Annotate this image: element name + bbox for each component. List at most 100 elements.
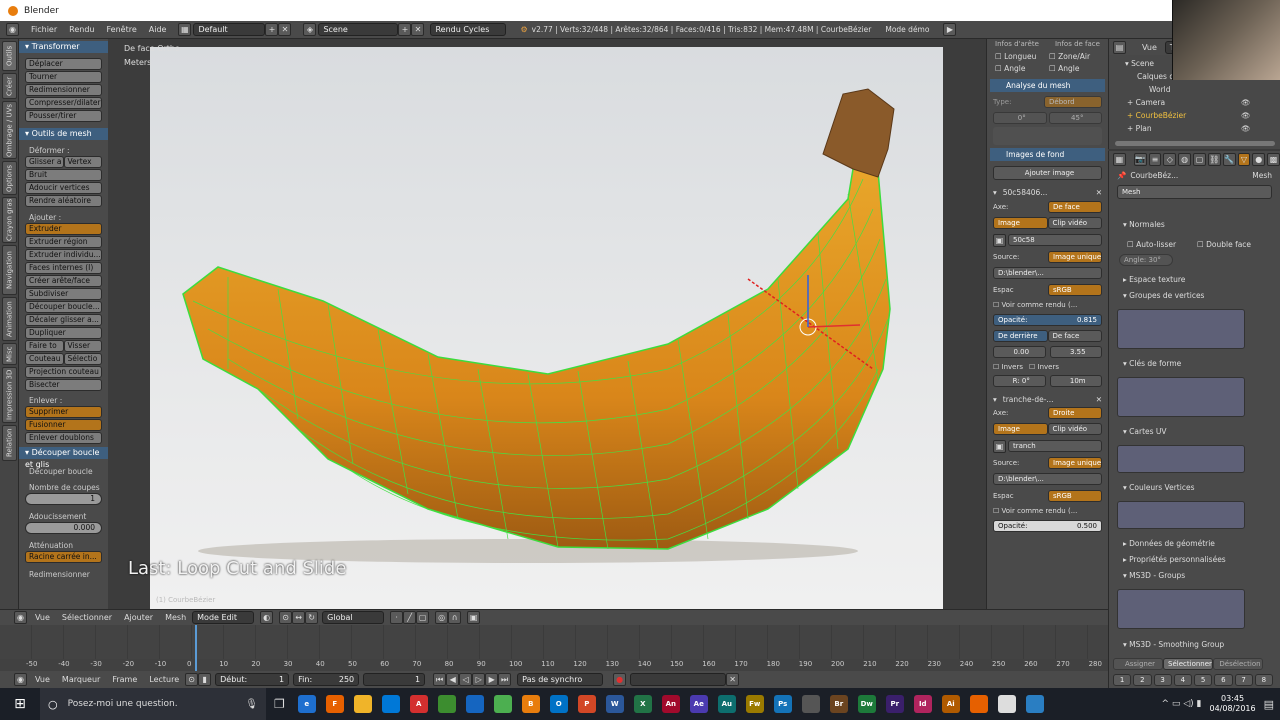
- visibility-eye-icon[interactable]: 👁: [1241, 98, 1251, 107]
- bisect-button[interactable]: Bisecter: [25, 379, 102, 391]
- taskbar-app-icon[interactable]: [381, 695, 400, 713]
- vertex-groups-list[interactable]: [1117, 309, 1245, 349]
- bg-image2-view-as-render[interactable]: ☐ Voir comme rendu (...: [987, 505, 1108, 517]
- taskbar-app-icon[interactable]: Pr: [885, 695, 904, 713]
- subdivide-button[interactable]: Subdiviser: [25, 288, 102, 300]
- scene-icon[interactable]: ◈: [303, 23, 317, 36]
- orientation-selector[interactable]: Global: [322, 611, 385, 624]
- draw-front-button[interactable]: De face: [1047, 330, 1102, 342]
- jump-start-icon[interactable]: ⏮: [433, 673, 447, 686]
- geometry-data-panel[interactable]: ▸ Données de géométrie: [1109, 539, 1215, 548]
- image-mode-button[interactable]: Image: [993, 217, 1048, 229]
- timeline-menu-frame[interactable]: Frame: [112, 675, 137, 684]
- transform-panel-header[interactable]: ▾ Transformer: [19, 41, 108, 53]
- draw-behind-button[interactable]: De derrière: [993, 330, 1048, 342]
- tab-misc[interactable]: Misc: [2, 343, 17, 365]
- sync-selector[interactable]: Pas de synchro: [517, 673, 604, 686]
- timeline-menu-view[interactable]: Vue: [35, 675, 50, 684]
- edge-select-icon[interactable]: ╱: [403, 611, 417, 624]
- taskbar-app-icon[interactable]: An: [661, 695, 680, 713]
- bg-image2-colorspace[interactable]: sRGB: [1048, 490, 1102, 502]
- taskbar-app-icon[interactable]: O: [549, 695, 568, 713]
- banana-mesh[interactable]: [108, 39, 986, 609]
- taskbar-app-icon[interactable]: Fw: [745, 695, 764, 713]
- material-tab-icon[interactable]: ●: [1252, 152, 1266, 166]
- system-tray-icons[interactable]: ^ ▭ ◁) ▮: [1161, 699, 1201, 709]
- bg-image1-offset-x[interactable]: 0.00: [993, 346, 1046, 358]
- face-angle-checkbox[interactable]: ☐ Angle: [1049, 64, 1100, 73]
- taskbar-app-icon[interactable]: Ae: [689, 695, 708, 713]
- taskbar-app-icon[interactable]: [1025, 695, 1044, 713]
- texture-tab-icon[interactable]: ▩: [1267, 152, 1280, 166]
- group-number-1[interactable]: 1: [1113, 674, 1132, 686]
- taskbar-app-icon[interactable]: A: [409, 695, 428, 713]
- ms3d-smoothing-panel[interactable]: ▾ MS3D - Smoothing Group: [1109, 640, 1224, 649]
- jump-end-icon[interactable]: ⏭: [498, 673, 512, 686]
- keying-set-field[interactable]: [630, 673, 727, 686]
- shading-icon[interactable]: ◐: [260, 611, 274, 624]
- layers-tab-icon[interactable]: ≡: [1148, 152, 1162, 166]
- flip-y-checkbox[interactable]: ☐ Invers: [1029, 363, 1059, 371]
- scene-selector[interactable]: Scene: [318, 23, 399, 36]
- tab-relations[interactable]: Relation: [2, 425, 17, 461]
- add-image-button[interactable]: Ajouter image: [993, 166, 1102, 180]
- clock[interactable]: 03:45 04/08/2016: [1209, 694, 1255, 714]
- taskbar-app-icon[interactable]: W: [605, 695, 624, 713]
- taskbar-app-icon[interactable]: [465, 695, 484, 713]
- randomize-button[interactable]: Rendre aléatoire: [25, 195, 102, 207]
- end-frame-field[interactable]: Fin: 250: [293, 673, 360, 686]
- next-key-icon[interactable]: ▶: [485, 673, 499, 686]
- snap-icon[interactable]: ∩: [448, 611, 462, 624]
- image2-browse-icon[interactable]: ▣: [993, 440, 1006, 453]
- custom-properties-panel[interactable]: ▸ Propriétés personnalisées: [1109, 555, 1226, 564]
- group-number-8[interactable]: 8: [1254, 674, 1273, 686]
- analysis-angle-max[interactable]: 45°: [1048, 112, 1102, 124]
- group-number-4[interactable]: 4: [1173, 674, 1192, 686]
- offset-edge-slide-button[interactable]: Décaler glisser a...: [25, 314, 102, 326]
- object-tab-icon[interactable]: ▢: [1193, 152, 1206, 166]
- bg-image1-path[interactable]: D:\blender\...: [993, 267, 1102, 279]
- editor-type-icon[interactable]: ◉: [14, 611, 27, 624]
- timeline[interactable]: -50 -40 -30 -20 -10 0 10 20 30 40 50 60 70 80 90 100 110…: [0, 625, 1108, 671]
- make-edge-face-button[interactable]: Créer arête/face: [25, 275, 102, 287]
- ms3d-groups-panel[interactable]: ▾ MS3D - Groups: [1109, 571, 1185, 580]
- proportional-icon[interactable]: ◎: [435, 611, 449, 624]
- play-icon[interactable]: ▶: [943, 23, 957, 36]
- screw-button[interactable]: Visser: [63, 340, 102, 352]
- tab-grease-pencil[interactable]: Crayon gras: [2, 197, 17, 243]
- outliner-item-curve[interactable]: + CourbeBézier: [1127, 111, 1186, 120]
- bg-image1-expand-icon[interactable]: ▾: [993, 188, 997, 197]
- properties-editor-icon[interactable]: ▦: [1113, 152, 1126, 166]
- menu-help[interactable]: Aide: [149, 25, 167, 34]
- menu-add[interactable]: Ajouter: [124, 613, 153, 622]
- start-frame-field[interactable]: Début: 1: [215, 673, 290, 686]
- image2-mode-button[interactable]: Image: [993, 423, 1048, 435]
- taskbar-app-icon[interactable]: [353, 695, 372, 713]
- outliner-item-world[interactable]: World: [1149, 85, 1171, 94]
- bg-image1-colorspace[interactable]: sRGB: [1048, 284, 1102, 296]
- move-button[interactable]: Déplacer: [25, 58, 102, 70]
- smoothness-number-field[interactable]: 0.000: [25, 522, 102, 534]
- mesh-tools-panel-header[interactable]: ▾ Outils de mesh: [19, 128, 108, 140]
- layout-close-icon[interactable]: ✕: [278, 23, 292, 36]
- bg-image1-size[interactable]: 10m: [1049, 375, 1102, 387]
- falloff-dropdown[interactable]: Racine carrée in...: [25, 551, 102, 563]
- outliner-item-plane[interactable]: + Plan: [1127, 124, 1152, 133]
- bg-image2-close-icon[interactable]: ✕: [1096, 395, 1102, 404]
- task-view-icon[interactable]: ❐: [274, 697, 285, 711]
- remove-doubles-button[interactable]: Enlever doublons: [25, 432, 102, 444]
- keying-set-close-icon[interactable]: ✕: [726, 673, 740, 686]
- movieclip-mode-button[interactable]: Clip vidéo: [1047, 217, 1102, 229]
- background-images-header[interactable]: Images de fond: [990, 148, 1105, 161]
- group-number-6[interactable]: 6: [1214, 674, 1233, 686]
- normals-panel-header[interactable]: ▾ Normales: [1109, 220, 1165, 229]
- outliner-scrollbar[interactable]: [1115, 141, 1275, 146]
- taskbar-app-icon[interactable]: Id: [913, 695, 932, 713]
- cortana-search-box[interactable]: ○ Posez-moi une question. 🎙: [40, 688, 266, 720]
- layout-icon[interactable]: ▦: [178, 23, 192, 36]
- menu-file[interactable]: Fichier: [31, 25, 57, 34]
- knife-button[interactable]: Couteau: [25, 353, 64, 365]
- shape-keys-list[interactable]: [1117, 377, 1245, 417]
- outliner-view-menu[interactable]: Vue: [1142, 43, 1157, 52]
- bg-image2-path[interactable]: D:\blender\...: [993, 473, 1102, 485]
